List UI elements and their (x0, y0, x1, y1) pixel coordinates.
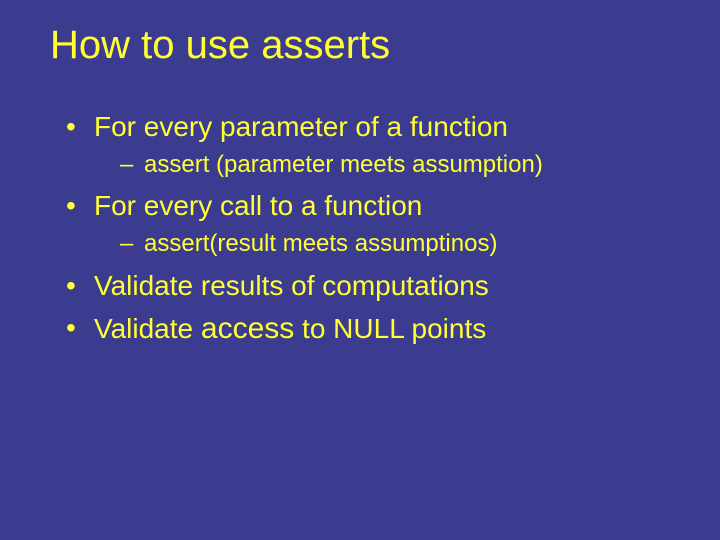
sub-bullet-text: assert (parameter meets assumption) (144, 151, 543, 178)
bullet-text-emph: access (201, 312, 294, 345)
bullet-text-post: to NULL points (294, 313, 486, 344)
slide-title: How to use asserts (50, 22, 670, 68)
sub-bullet-list: assert(result meets assumptinos) (94, 227, 670, 261)
bullet-text: For every call to a function (94, 190, 422, 221)
bullet-item: Validate access to NULL points (66, 309, 670, 350)
bullet-text-pre: Validate (94, 313, 201, 344)
bullet-item: For every parameter of a function assert… (66, 108, 670, 181)
sub-bullet-text: assert(result meets assumptinos) (144, 230, 497, 257)
slide: How to use asserts For every parameter o… (0, 0, 720, 540)
bullet-item: For every call to a function assert(resu… (66, 187, 670, 260)
bullet-list: For every parameter of a function assert… (50, 108, 670, 349)
bullet-text: Validate results of computations (94, 270, 489, 301)
sub-bullet-list: assert (parameter meets assumption) (94, 148, 670, 182)
sub-bullet-item: assert(result meets assumptinos) (120, 227, 670, 261)
sub-bullet-item: assert (parameter meets assumption) (120, 148, 670, 182)
bullet-item: Validate results of computations (66, 267, 670, 305)
bullet-text: For every parameter of a function (94, 111, 508, 142)
